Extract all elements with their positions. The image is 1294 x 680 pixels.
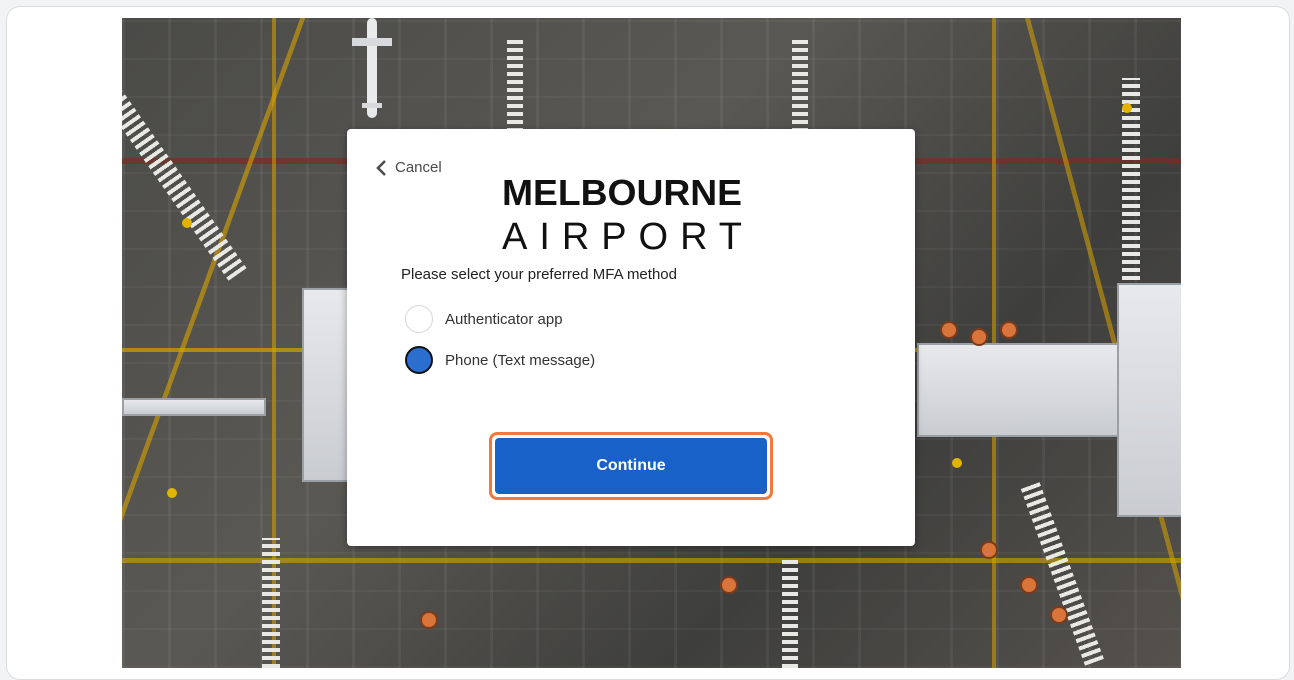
- option-label: Authenticator app: [445, 310, 563, 328]
- crosswalk: [782, 558, 798, 668]
- melbourne-airport-logo: MELBOURNE AIRPORT: [502, 173, 742, 253]
- crosswalk: [122, 55, 247, 281]
- terminal-building: [1117, 283, 1181, 517]
- ground-vehicle: [1022, 578, 1036, 592]
- ground-vehicle: [1052, 608, 1066, 622]
- option-authenticator-app[interactable]: Authenticator app: [405, 305, 563, 333]
- mfa-dialog: Cancel MELBOURNE AIRPORT Please select y…: [347, 129, 915, 546]
- ground-vehicle: [422, 613, 436, 627]
- option-phone-text[interactable]: Phone (Text message): [405, 346, 595, 374]
- radio-phone-text[interactable]: [405, 346, 433, 374]
- browser-frame: Cancel MELBOURNE AIRPORT Please select y…: [6, 6, 1290, 680]
- crosswalk: [262, 538, 280, 668]
- cancel-link[interactable]: Cancel: [375, 159, 442, 176]
- logo-line-2: AIRPORT: [502, 216, 742, 253]
- crosswalk: [1020, 480, 1104, 666]
- jet-bridge: [122, 398, 266, 416]
- chevron-left-icon: [376, 159, 386, 176]
- mfa-prompt: Please select your preferred MFA method: [401, 266, 677, 283]
- ground-vehicle: [972, 330, 986, 344]
- radio-authenticator-app[interactable]: [405, 305, 433, 333]
- ground-marker: [182, 218, 192, 228]
- cancel-label: Cancel: [395, 159, 442, 176]
- ground-vehicle: [942, 323, 956, 337]
- terminal-building: [917, 343, 1131, 437]
- logo-line-1: MELBOURNE: [502, 173, 742, 213]
- option-label: Phone (Text message): [445, 351, 596, 369]
- continue-button[interactable]: Continue: [495, 438, 767, 494]
- airplane-icon: [352, 18, 392, 118]
- ground-vehicle: [1002, 323, 1016, 337]
- continue-highlight: Continue: [489, 432, 773, 500]
- ground-vehicle: [722, 578, 736, 592]
- ground-marker: [1122, 103, 1132, 113]
- ground-marker: [167, 488, 177, 498]
- ground-vehicle: [982, 543, 996, 557]
- apron-line: [122, 558, 1181, 563]
- ground-marker: [952, 458, 962, 468]
